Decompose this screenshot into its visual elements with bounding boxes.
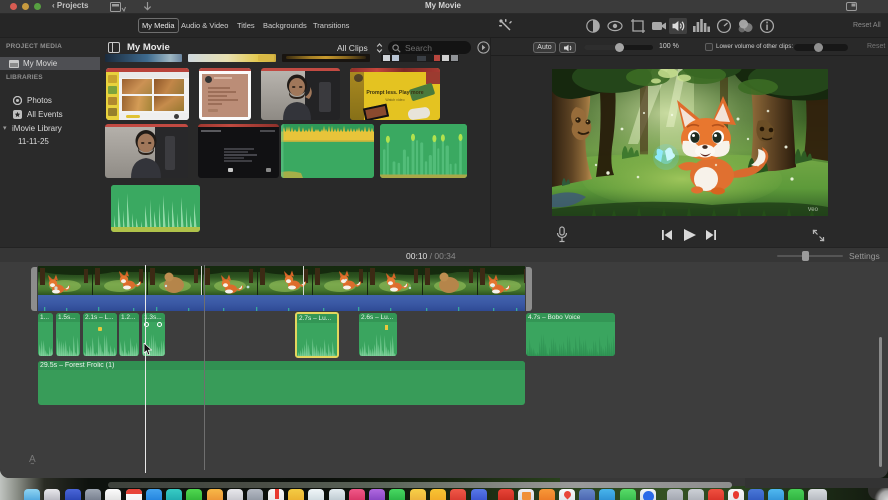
svg-text:Veo: Veo — [808, 207, 819, 213]
